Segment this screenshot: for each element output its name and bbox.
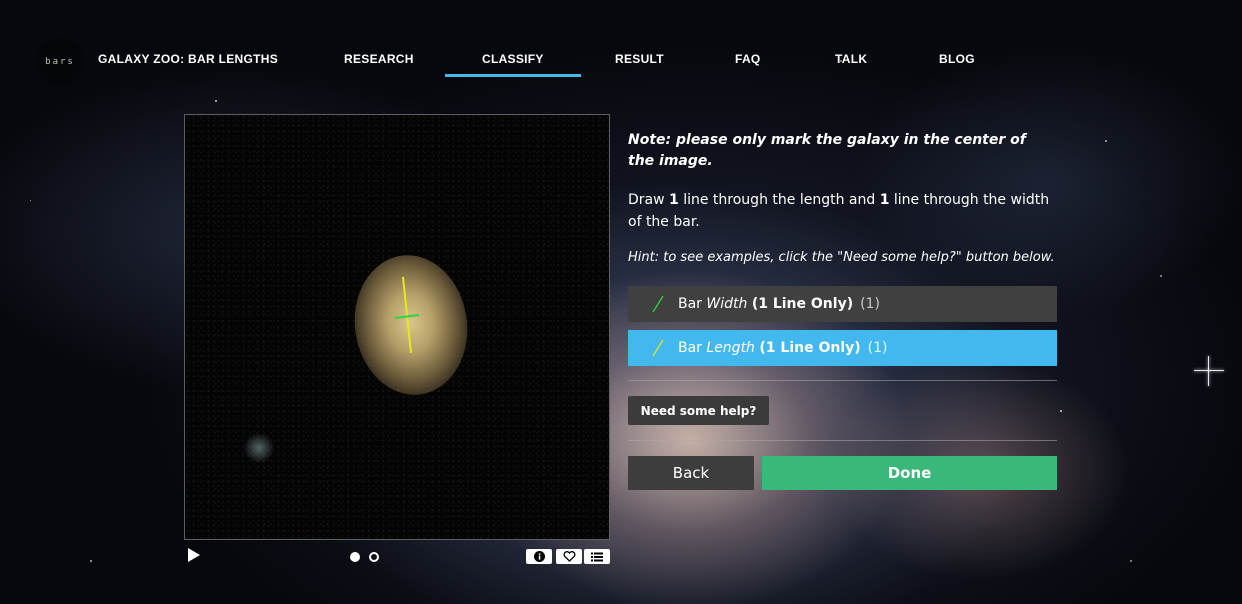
list-icon [591,552,603,561]
star [1160,275,1162,277]
tool-label-italic: Width [706,296,748,312]
tool-mark-count: (1) [867,340,888,356]
tool-bar-length[interactable]: Bar Length (1 Line Only) (1) [628,330,1057,366]
drawing-layer[interactable] [185,115,610,540]
star [1130,560,1132,562]
task-instruction: Draw 1 line through the length and 1 lin… [628,189,1058,233]
instruction-text: Draw [628,192,670,208]
favorite-button[interactable] [556,549,582,564]
tool-mark-count: (1) [860,296,880,312]
tool-label-bold: (1 Line Only) [759,340,861,356]
instruction-count: 1 [669,192,679,208]
star [30,200,31,201]
play-icon[interactable] [188,548,200,562]
task-hint: Hint: to see examples, click the "Need s… [628,250,1055,265]
site-logo[interactable]: bars [36,38,84,86]
nav-faq[interactable]: FAQ [735,52,761,66]
tool-label-italic: Length [706,340,755,356]
back-button[interactable]: Back [628,456,754,490]
info-icon [533,551,545,562]
line-tool-icon [652,339,664,357]
nav-talk[interactable]: TALK [835,52,867,66]
tool-bar-width[interactable]: Bar Width (1 Line Only) (1) [628,286,1057,322]
need-help-button[interactable]: Need some help? [628,396,769,425]
divider [628,440,1057,441]
line-tool-icon [652,295,664,313]
site-title[interactable]: GALAXY ZOO: BAR LENGTHS [98,52,278,66]
star [1060,410,1062,412]
done-button[interactable]: Done [762,456,1057,490]
tool-label: Bar [678,296,707,312]
divider [628,380,1057,381]
bar-length-mark[interactable] [402,276,412,354]
nav-research[interactable]: RESEARCH [344,52,414,66]
task-note: Note: please only mark the galaxy in the… [628,132,1026,169]
logo-text: bars [45,57,75,67]
instruction-count: 1 [879,192,890,208]
frame-dot-1[interactable] [350,552,360,562]
info-button[interactable] [526,549,552,564]
nav-classify[interactable]: CLASSIFY [445,52,581,77]
task-panel: Note: please only mark the galaxy in the… [628,130,1058,268]
star [1105,140,1107,142]
instruction-text: line through the length and [678,192,880,208]
star [215,100,217,102]
tool-label-bold: (1 Line Only) [751,296,854,312]
nav-blog[interactable]: BLOG [939,52,975,66]
nav-result[interactable]: RESULT [615,52,664,66]
tool-label: Bar [678,340,707,356]
heart-icon [563,551,575,562]
star [90,560,92,562]
collections-button[interactable] [584,549,610,564]
bright-star [1194,356,1224,386]
subject-viewer[interactable] [184,114,610,540]
frame-dot-2[interactable] [369,552,379,562]
